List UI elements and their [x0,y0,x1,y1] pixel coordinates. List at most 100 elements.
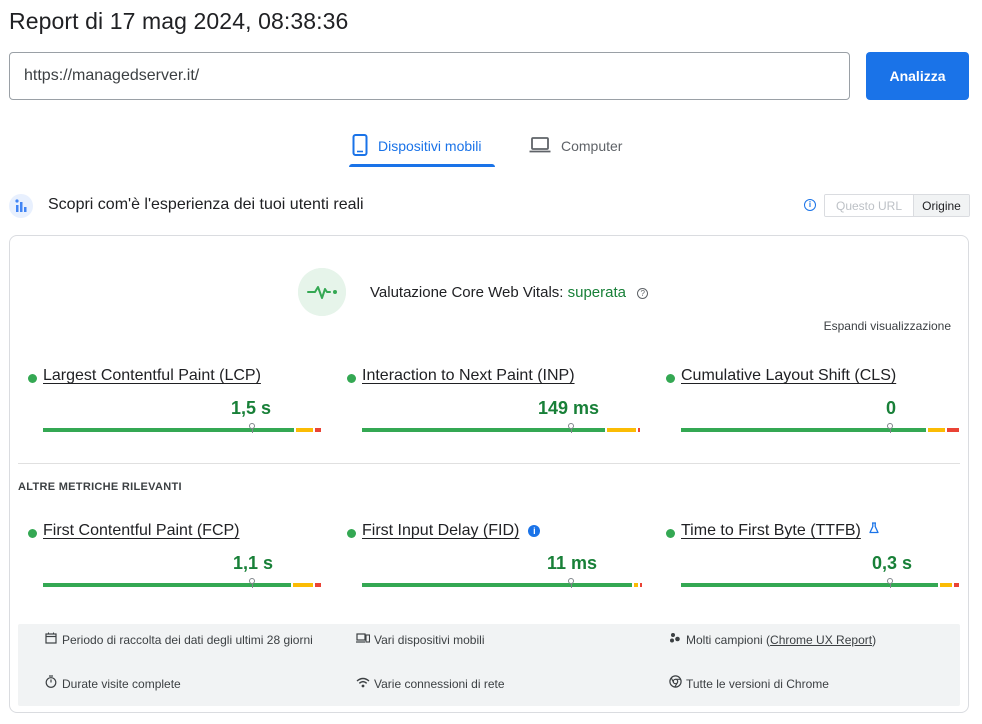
p75-marker [568,578,574,584]
flask-icon [869,522,879,537]
data-collection-footer: Periodo di raccolta dei dati degli ultim… [18,624,960,706]
metric-name[interactable]: Interaction to Next Paint (INP) [362,367,575,385]
footer-period: Periodo di raccolta dei dati degli ultim… [44,630,314,650]
p75-marker [249,423,255,429]
p75-marker-stem [252,584,253,588]
metric-value: 11 ms [547,553,598,573]
report-title: Report di 17 mag 2024, 08:38:36 [9,8,349,34]
origin-button[interactable]: Origine [913,195,969,216]
tab-desktop[interactable]: Computer [529,126,622,166]
chrome-icon [668,674,682,694]
distribution-bar [681,578,959,588]
status-dot [666,374,675,383]
metric-cls: Cumulative Layout Shift (CLS) 0 [656,367,959,437]
field-data-card: Valutazione Core Web Vitals: superata ? … [9,235,969,713]
cwv-assessment-status: superata [567,284,626,301]
good-segment [362,583,632,587]
calendar-icon [44,630,58,650]
footer-visits: Durate visite complete [44,674,181,694]
expand-view-link[interactable]: Espandi visualizzazione [824,319,951,333]
tab-mobile-label: Dispositivi mobili [378,138,482,154]
analyze-button[interactable]: Analizza [866,52,969,100]
status-dot [28,529,37,538]
footer-chrome: Tutte le versioni di Chrome [668,674,829,694]
footer-chrome-text: Tutte le versioni di Chrome [686,677,829,691]
footer-network-text: Varie connessioni di rete [374,677,505,691]
chrome-ux-report-link[interactable]: Chrome UX Report [770,633,872,647]
this-url-button[interactable]: Questo URL [825,195,913,216]
good-segment [43,583,291,587]
distribution-bar [43,578,321,588]
footer-samples-prefix: Molti campioni ( [686,633,771,647]
needs-improvement-segment [607,428,636,432]
metric-fcp: First Contentful Paint (FCP) 1,1 s [18,522,321,592]
metric-lcp: Largest Contentful Paint (LCP) 1,5 s [18,367,321,437]
metric-name[interactable]: Largest Contentful Paint (LCP) [43,367,261,385]
metric-ttfb: Time to First Byte (TTFB) 0,3 s [656,522,959,592]
poor-segment [947,428,959,432]
help-icon[interactable]: ? [637,288,649,299]
pulse-icon [298,268,346,316]
poor-segment [315,428,321,432]
tab-desktop-label: Computer [561,138,623,154]
info-icon[interactable]: i [804,199,816,211]
status-dot [347,374,356,383]
footer-visits-text: Durate visite complete [62,677,181,691]
other-metrics-label: ALTRE METRICHE RILEVANTI [18,481,182,493]
metric-value: 0 [886,398,897,418]
needs-improvement-segment [940,583,952,587]
users-icon [9,194,33,218]
p75-marker-stem [571,429,572,433]
metric-name[interactable]: Time to First Byte (TTFB) [681,522,861,539]
active-tab-underline [349,164,495,167]
timer-icon [44,674,58,694]
samples-icon [668,630,682,650]
footer-samples-suffix: ) [872,633,877,647]
devices-icon [356,630,371,650]
status-dot [666,529,675,538]
metric-name[interactable]: First Input Delay (FID) [362,522,519,539]
distribution-bar [362,423,640,433]
p75-marker [568,423,574,429]
needs-improvement-segment [634,583,638,587]
p75-marker-stem [571,584,572,588]
needs-improvement-segment [928,428,945,432]
status-dot [28,374,37,383]
footer-devices: Vari dispositivi mobili [356,630,484,650]
footer-network: Varie connessioni di rete [356,674,505,694]
metric-value: 149 ms [538,398,600,418]
p75-marker-stem [890,429,891,433]
good-segment [43,428,294,432]
url-input[interactable] [9,52,850,100]
good-segment [681,583,938,587]
poor-segment [638,428,640,432]
smartphone-icon [352,133,368,159]
p75-marker [887,423,893,429]
p75-marker-stem [252,429,253,433]
poor-segment [640,583,642,587]
url-origin-toggle: Questo URL Origine [824,194,970,217]
needs-improvement-segment [293,583,313,587]
tab-mobile[interactable]: Dispositivi mobili [352,126,481,166]
metric-value: 1,5 s [231,398,272,418]
section-divider [18,463,960,464]
footer-devices-text: Vari dispositivi mobili [374,633,485,647]
metric-name-row: Time to First Byte (TTFB) [681,522,879,540]
info-filled-icon[interactable]: i [528,525,541,537]
metric-fid: First Input Delay (FID) i 11 ms [337,522,642,592]
status-dot [347,529,356,538]
footer-samples: Molti campioni (Chrome UX Report) [668,630,876,650]
wifi-icon [356,674,370,694]
p75-marker-stem [890,584,891,588]
metric-name-row: First Input Delay (FID) i [362,522,541,540]
device-tabs: Dispositivi mobili Computer [0,126,982,168]
cwv-assessment: Valutazione Core Web Vitals: superata ? [370,284,649,301]
metric-name[interactable]: Cumulative Layout Shift (CLS) [681,367,896,385]
field-data-title: Scopri com'è l'esperienza dei tuoi utent… [48,196,364,213]
laptop-icon [529,136,551,157]
distribution-bar [43,423,321,433]
distribution-bar [681,423,959,433]
poor-segment [315,583,321,587]
metric-name[interactable]: First Contentful Paint (FCP) [43,522,240,540]
poor-segment [954,583,959,587]
